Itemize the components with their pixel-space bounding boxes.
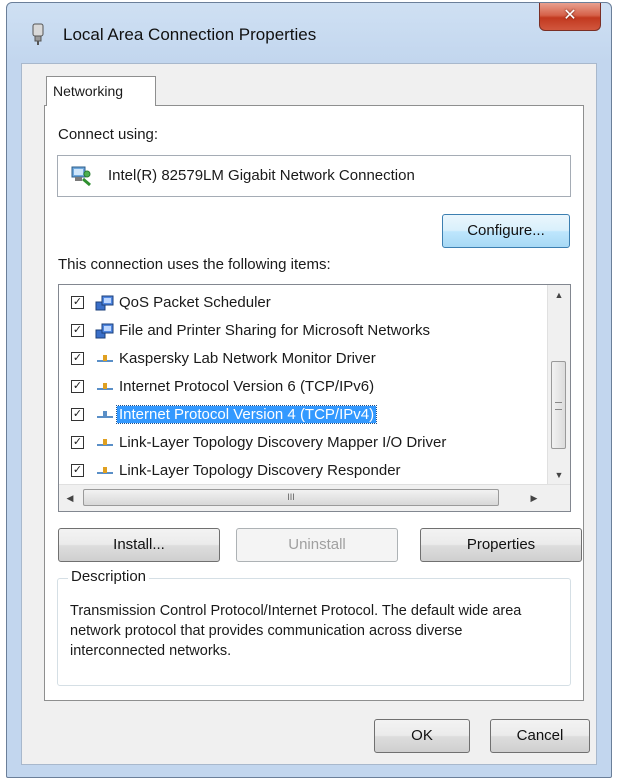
- item-label: Link-Layer Topology Discovery Responder: [119, 462, 401, 479]
- window-title: Local Area Connection Properties: [63, 25, 317, 44]
- item-checkbox[interactable]: ✓: [71, 408, 84, 421]
- list-item[interactable]: ✓ QoS Packet Scheduler: [59, 290, 543, 316]
- list-item[interactable]: ✓ Link-Layer Topology Discovery Mapper I…: [59, 430, 543, 456]
- adapter-field: Intel(R) 82579LM Gigabit Network Connect…: [57, 155, 571, 197]
- list-item[interactable]: ✓ Kaspersky Lab Network Monitor Driver: [59, 346, 543, 372]
- item-label: Internet Protocol Version 6 (TCP/IPv6): [119, 378, 375, 395]
- item-label: QoS Packet Scheduler: [119, 294, 271, 311]
- dialog-client-area: Networking Connect using: Intel(R) 82579…: [21, 63, 597, 765]
- list-item[interactable]: ✓ File and Printer Sharing for Microsoft…: [59, 318, 543, 344]
- protocol-icon: [97, 355, 113, 362]
- protocol-icon: [97, 411, 113, 418]
- item-checkbox[interactable]: ✓: [71, 352, 84, 365]
- list-item[interactable]: ✓ Link-Layer Topology Discovery Responde…: [59, 458, 543, 484]
- item-label: File and Printer Sharing for Microsoft N…: [119, 322, 430, 339]
- item-checkbox[interactable]: ✓: [71, 324, 84, 337]
- install-button[interactable]: Install...: [58, 528, 220, 562]
- scroll-left-icon[interactable]: ◀: [59, 485, 81, 511]
- item-checkbox[interactable]: ✓: [71, 380, 84, 393]
- list-item[interactable]: ✓ Internet Protocol Version 6 (TCP/IPv6): [59, 374, 543, 400]
- network-adapter-icon: [71, 166, 91, 187]
- protocol-icon: [97, 383, 113, 390]
- scroll-right-icon[interactable]: ▶: [523, 485, 545, 511]
- protocol-icon: [97, 467, 113, 474]
- horizontal-scroll-thumb[interactable]: III: [83, 489, 499, 506]
- tab-networking-label: Networking: [53, 83, 124, 99]
- description-group: Description Transmission Control Protoco…: [57, 568, 571, 686]
- vertical-scrollbar[interactable]: ▲ ▼: [547, 285, 570, 485]
- description-title: Description: [68, 568, 150, 585]
- item-checkbox[interactable]: ✓: [71, 464, 84, 477]
- list-item-selected[interactable]: ✓ Internet Protocol Version 4 (TCP/IPv4): [59, 402, 543, 428]
- item-label: Kaspersky Lab Network Monitor Driver: [119, 350, 376, 367]
- vertical-scroll-thumb[interactable]: [551, 361, 566, 449]
- protocol-icon: [97, 439, 113, 446]
- close-icon: ✕: [563, 7, 577, 24]
- item-label: Link-Layer Topology Discovery Mapper I/O…: [119, 434, 447, 451]
- uninstall-button[interactable]: Uninstall: [236, 528, 398, 562]
- connect-using-label: Connect using:: [58, 126, 159, 143]
- properties-dialog: Local Area Connection Properties ✕ Netwo…: [6, 2, 612, 778]
- scroll-down-icon[interactable]: ▼: [548, 465, 570, 485]
- scroll-up-icon[interactable]: ▲: [548, 285, 570, 305]
- configure-button[interactable]: Configure...: [442, 214, 570, 248]
- items-label: This connection uses the following items…: [58, 256, 331, 273]
- description-text: Transmission Control Protocol/Internet P…: [70, 603, 522, 659]
- close-button[interactable]: ✕: [539, 3, 601, 31]
- network-connection-icon: [32, 23, 44, 45]
- item-checkbox[interactable]: ✓: [71, 296, 84, 309]
- item-label: Internet Protocol Version 4 (TCP/IPv4): [115, 405, 378, 424]
- network-service-icon: [95, 323, 114, 339]
- components-list[interactable]: ✓ QoS Packet Scheduler ✓ File and Printe…: [58, 284, 571, 512]
- tab-networking[interactable]: Networking: [46, 76, 156, 106]
- ok-button[interactable]: OK: [374, 719, 470, 753]
- network-service-icon: [95, 295, 114, 311]
- properties-button[interactable]: Properties: [420, 528, 582, 562]
- title-bar[interactable]: Local Area Connection Properties ✕: [7, 3, 611, 61]
- item-checkbox[interactable]: ✓: [71, 436, 84, 449]
- adapter-name: Intel(R) 82579LM Gigabit Network Connect…: [108, 167, 415, 184]
- scroll-grip-icon: [555, 402, 562, 410]
- horizontal-scrollbar[interactable]: ◀ III ▶: [59, 484, 570, 511]
- cancel-button[interactable]: Cancel: [490, 719, 590, 753]
